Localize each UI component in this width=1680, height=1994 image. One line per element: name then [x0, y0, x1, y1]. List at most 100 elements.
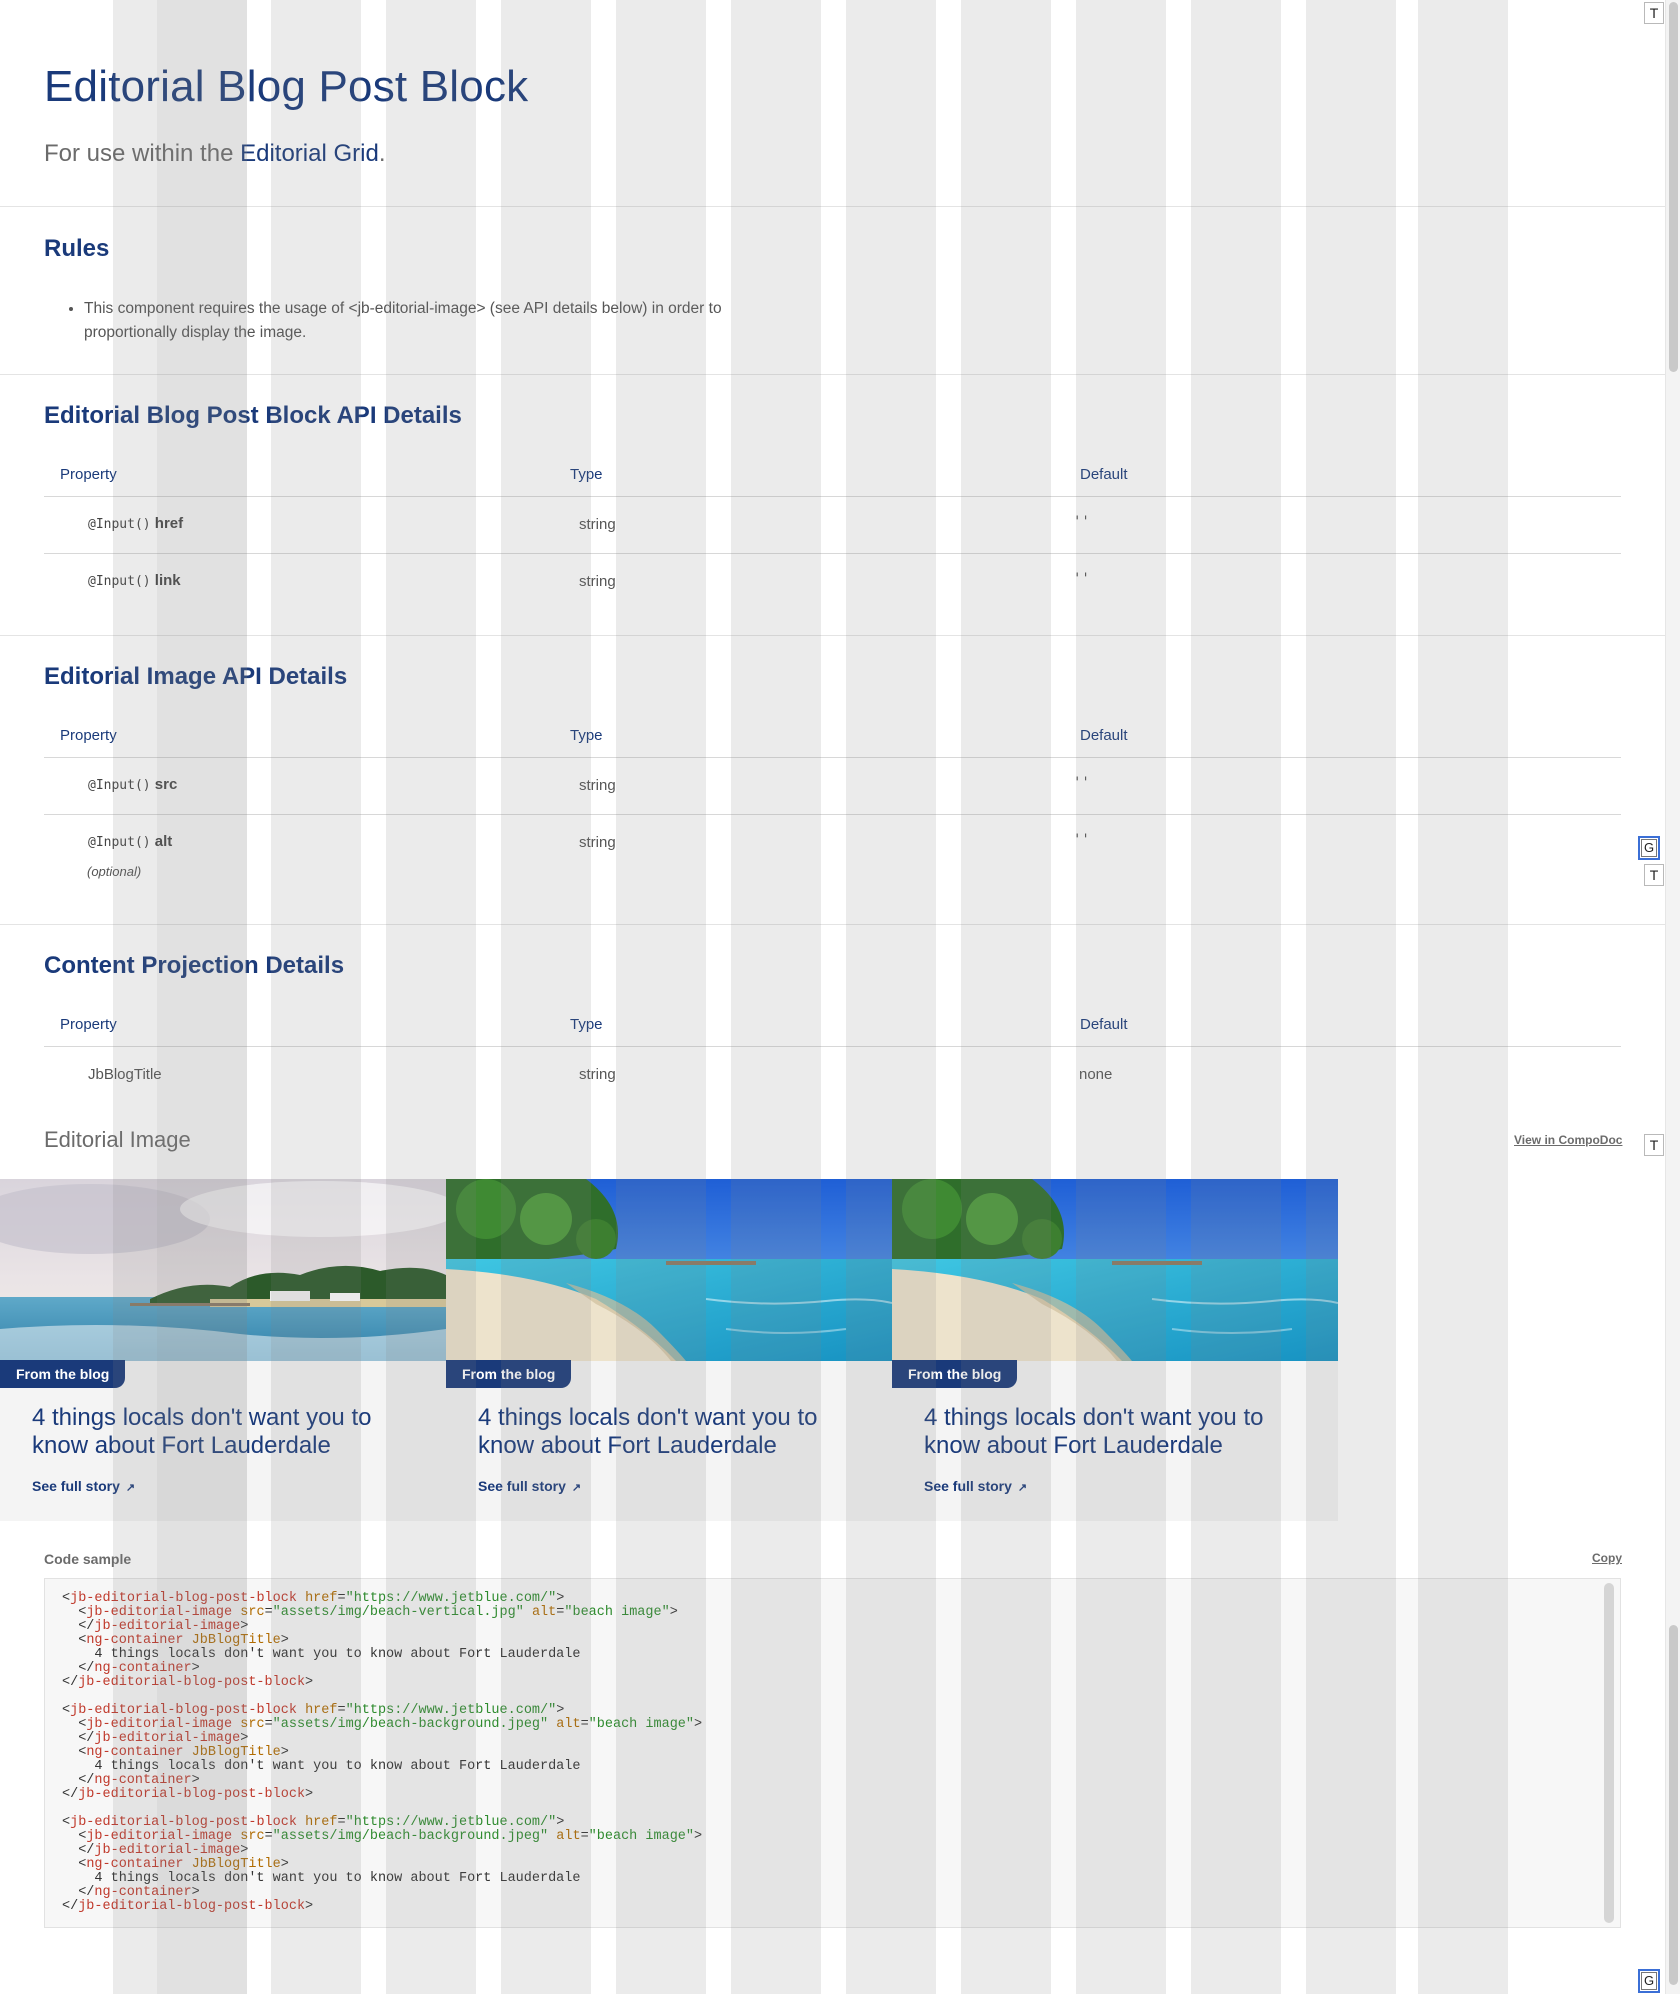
page-scrollbar[interactable]: [1665, 0, 1680, 1994]
text-toggle-button[interactable]: T: [1644, 2, 1664, 24]
property-default: '': [1073, 775, 1090, 791]
rules-title: Rules: [44, 235, 110, 262]
from-the-blog-badge: From the blog: [892, 1360, 1018, 1388]
from-the-blog-badge: From the blog: [446, 1360, 572, 1388]
divider: [0, 924, 1665, 925]
blog-title: 4 things locals don't want you to know a…: [478, 1404, 818, 1459]
subtitle-prefix: For use within the: [44, 140, 241, 167]
code-sample-label: Code sample: [44, 1551, 132, 1567]
code-alt: beach image: [596, 1717, 686, 1732]
blog-post-card[interactable]: From the blog 4 things locals don't want…: [892, 1179, 1338, 1521]
property-name: alt: [154, 833, 173, 850]
table-rule: [44, 553, 1621, 554]
col-header-type: Type: [570, 466, 603, 483]
copy-button[interactable]: Copy: [1592, 1551, 1622, 1565]
decorator: @Input(): [88, 835, 151, 850]
text-toggle-button[interactable]: T: [1644, 1134, 1664, 1156]
optional-note: (optional): [87, 864, 142, 879]
code-href: https://www.jetblue.com/: [353, 1815, 549, 1830]
editorial-image-api-title: Editorial Image API Details: [44, 663, 348, 690]
link-label: See full story: [478, 1478, 566, 1494]
beach-vertical-image: [0, 1179, 446, 1361]
decorator: @Input(): [88, 517, 151, 532]
col-header-property: Property: [60, 1016, 117, 1033]
beach-background-image: [892, 1179, 1338, 1361]
page-title: Editorial Blog Post Block: [44, 62, 529, 111]
example-label: Editorial Image: [44, 1127, 191, 1152]
editorial-grid-example: From the blog 4 things locals don't want…: [0, 1179, 1338, 1521]
col-header-property: Property: [60, 727, 117, 744]
grid-toggle-button[interactable]: G: [1638, 1969, 1660, 1993]
col-header-type: Type: [570, 727, 603, 744]
scrollbar-thumb[interactable]: [1669, 1625, 1678, 1985]
property-type: string: [579, 573, 616, 590]
external-arrow-icon: ↗: [571, 1482, 582, 1494]
grid-toggle-button[interactable]: G: [1638, 836, 1660, 860]
col-header-default: Default: [1080, 466, 1128, 483]
table-row: @Input() alt: [88, 833, 172, 850]
code-src: assets/img/beach-background.jpeg: [280, 1717, 541, 1732]
code-sample-text: <jb-editorial-blog-post-block href="http…: [62, 1592, 702, 1914]
code-block: <jb-editorial-blog-post-block href="http…: [62, 1703, 703, 1802]
table-row: @Input() link: [88, 572, 181, 589]
content-projection-title: Content Projection Details: [44, 952, 345, 979]
code-src: assets/img/beach-background.jpeg: [280, 1829, 541, 1844]
property-type: string: [579, 777, 616, 794]
blog-post-api-title: Editorial Blog Post Block API Details: [44, 402, 462, 429]
grid-toggle-label: G: [1641, 1972, 1657, 1990]
page-subtitle: For use within the Editorial Grid.: [44, 140, 385, 168]
link-label: See full story: [924, 1478, 1012, 1494]
table-row: @Input() href: [88, 515, 183, 532]
table-rule: [44, 1046, 1621, 1047]
decorator: @Input(): [88, 574, 151, 589]
code-src: assets/img/beach-vertical.jpg: [280, 1605, 516, 1620]
editorial-grid-link[interactable]: Editorial Grid: [240, 140, 379, 167]
see-full-story-link[interactable]: See full story ↗: [924, 1478, 1027, 1494]
property-name: link: [154, 572, 181, 589]
table-rule: [44, 757, 1621, 758]
col-header-default: Default: [1080, 727, 1128, 744]
view-in-compodoc-link[interactable]: View in CompoDoc: [1514, 1133, 1622, 1147]
property-default: '': [1073, 514, 1090, 530]
property-name: src: [154, 776, 178, 793]
code-text: 4 things locals don't want you to know a…: [94, 1871, 581, 1886]
code-alt: beach image: [572, 1605, 662, 1620]
blog-title: 4 things locals don't want you to know a…: [32, 1404, 372, 1459]
code-text: 4 things locals don't want you to know a…: [94, 1759, 581, 1774]
code-block: <jb-editorial-blog-post-block href="http…: [62, 1591, 678, 1690]
from-the-blog-badge: From the blog: [0, 1360, 126, 1388]
code-sample-box[interactable]: <jb-editorial-blog-post-block href="http…: [44, 1578, 1621, 1928]
beach-background-image: [892, 1179, 1338, 1361]
external-arrow-icon: ↗: [1017, 1482, 1028, 1494]
subtitle-suffix: .: [378, 140, 386, 167]
text-toggle-button[interactable]: T: [1644, 864, 1664, 886]
table-rule: [44, 496, 1621, 497]
divider: [0, 374, 1665, 375]
code-href: https://www.jetblue.com/: [353, 1591, 549, 1606]
property-type: string: [579, 834, 616, 851]
col-header-property: Property: [60, 466, 117, 483]
property-name: href: [154, 515, 184, 532]
divider: [0, 635, 1665, 636]
code-block: <jb-editorial-blog-post-block href="http…: [62, 1815, 703, 1914]
blog-post-card[interactable]: From the blog 4 things locals don't want…: [446, 1179, 892, 1521]
beach-background-image: [446, 1179, 892, 1361]
decorator: @Input(): [88, 778, 151, 793]
code-scrollbar[interactable]: [1604, 1583, 1614, 1923]
property-default: '': [1073, 571, 1090, 587]
col-header-default: Default: [1080, 1016, 1128, 1033]
blog-title: 4 things locals don't want you to know a…: [924, 1404, 1264, 1459]
divider: [0, 206, 1665, 207]
blog-post-card[interactable]: From the blog 4 things locals don't want…: [0, 1179, 446, 1521]
scrollbar-thumb[interactable]: [1669, 2, 1678, 372]
property-default: '': [1073, 832, 1090, 848]
link-label: See full story: [32, 1478, 120, 1494]
beach-background-image: [446, 1179, 892, 1361]
see-full-story-link[interactable]: See full story ↗: [32, 1478, 135, 1494]
see-full-story-link[interactable]: See full story ↗: [478, 1478, 581, 1494]
property-default: none: [1079, 1066, 1113, 1083]
grid-toggle-label: G: [1641, 839, 1657, 857]
code-text: 4 things locals don't want you to know a…: [94, 1647, 581, 1662]
code-alt: beach image: [596, 1829, 686, 1844]
table-rule: [44, 814, 1621, 815]
